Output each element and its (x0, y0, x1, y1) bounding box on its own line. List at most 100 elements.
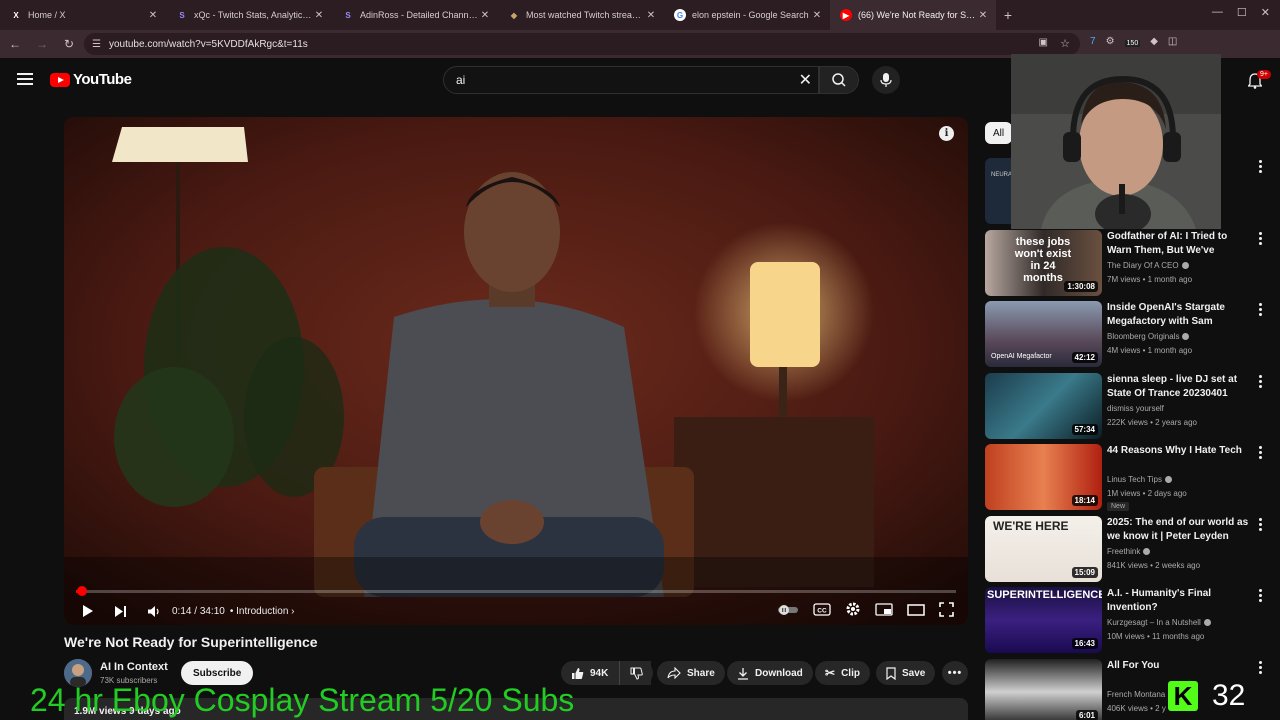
bookmark-star-icon[interactable]: ☆ (1060, 37, 1070, 50)
subtitles-icon[interactable]: CC (813, 602, 831, 621)
browser-tab[interactable]: Gelon epstein - Google Search ✕ (664, 0, 830, 30)
recommendation-title[interactable]: 2025: The end of our world as we know it… (1107, 516, 1249, 544)
play-icon[interactable] (82, 604, 94, 618)
browser-tab[interactable]: X Home / X ✕ (0, 0, 166, 30)
search-input[interactable]: ai ✕ (443, 66, 819, 94)
address-bar[interactable]: ☰ youtube.com/watch?v=5KVDDfAkRgc&t=11s … (84, 33, 1080, 55)
extension-badge[interactable]: 150 (1124, 40, 1141, 47)
recommendation-meta: 1M views • 2 days ago (1107, 489, 1187, 498)
browser-tab[interactable]: ◆ Most watched Twitch streamer ✕ (498, 0, 664, 30)
thumbnail-text: SUPERINTELLIGENCE (987, 589, 1102, 601)
close-tab-icon[interactable]: ✕ (810, 10, 824, 21)
recommendation-channel[interactable]: The Diary Of A CEO (1107, 261, 1189, 270)
video-thumbnail[interactable]: 18:14 (985, 444, 1102, 510)
more-actions-button[interactable]: ••• (942, 661, 968, 685)
theater-mode-icon[interactable] (907, 603, 925, 621)
video-thumbnail[interactable]: WE'RE HERE 15:09 (985, 516, 1102, 582)
recommendation-channel[interactable]: Bloomberg Originals (1107, 332, 1190, 341)
settings-gear-icon[interactable] (845, 601, 861, 622)
recommendation-item[interactable]: SUPERINTELLIGENCE 16:43 A.I. - Humanity's … (985, 587, 1270, 653)
video-title: We're Not Ready for Superintelligence (64, 634, 318, 650)
more-vertical-icon[interactable] (1257, 661, 1263, 674)
recommendation-item[interactable]: 57:34 sienna sleep - live DJ set at State… (985, 373, 1270, 439)
maximize-icon[interactable]: ☐ (1237, 6, 1247, 19)
voice-search-button[interactable] (872, 66, 900, 94)
more-vertical-icon[interactable] (1257, 303, 1263, 316)
site-info-icon[interactable]: ☰ (92, 39, 101, 50)
extension-icon[interactable]: ⚙ (1106, 36, 1115, 47)
recommendation-item[interactable]: these jobs won't exist in 24 months 1:30:… (985, 230, 1270, 296)
search-button[interactable] (819, 66, 859, 94)
video-thumbnail[interactable]: these jobs won't exist in 24 months 1:30:… (985, 230, 1102, 296)
channel-name: Kurzgesagt – In a Nutshell (1107, 618, 1201, 627)
video-thumbnail[interactable]: SUPERINTELLIGENCE 16:43 (985, 587, 1102, 653)
recommendation-title[interactable]: Inside OpenAI's Stargate Megafactory wit… (1107, 301, 1249, 329)
save-button[interactable]: Save (876, 661, 936, 685)
youtube-logo[interactable]: YouTube (50, 71, 132, 88)
video-thumbnail[interactable]: OpenAI Megafactor 42:12 (985, 301, 1102, 367)
next-video-icon[interactable] (114, 605, 127, 618)
minimize-icon[interactable]: — (1212, 6, 1223, 19)
download-button[interactable]: Download (727, 661, 813, 685)
more-vertical-icon[interactable] (1257, 589, 1263, 602)
browser-tab[interactable]: SxQc - Twitch Stats, Analytics and ✕ (166, 0, 332, 30)
new-tab-icon[interactable]: + (996, 7, 1020, 23)
browser-tab[interactable]: ▶ (66) We're Not Ready for Super ✕ (830, 0, 996, 30)
clear-search-icon[interactable]: ✕ (799, 70, 812, 90)
close-window-icon[interactable]: ✕ (1261, 6, 1270, 19)
dislike-button[interactable] (619, 661, 653, 685)
recommendation-title[interactable]: 44 Reasons Why I Hate Tech (1107, 444, 1249, 458)
more-vertical-icon[interactable] (1257, 232, 1263, 245)
video-duration: 6:01 (1075, 710, 1098, 720)
recommendation-channel[interactable]: Kurzgesagt – In a Nutshell (1107, 618, 1211, 627)
menu-icon[interactable] (17, 73, 33, 85)
autoplay-toggle[interactable] (777, 603, 799, 621)
recommendation-title[interactable]: Godfather of AI: I Tried to Warn Them, B… (1107, 230, 1249, 258)
recommendation-title[interactable]: sienna sleep - live DJ set at State Of T… (1107, 373, 1249, 401)
close-tab-icon[interactable]: ✕ (644, 10, 658, 21)
extension-icon[interactable]: ◆ (1150, 36, 1158, 47)
chip-all[interactable]: All (985, 122, 1013, 144)
puzzle-icon[interactable]: ◫ (1168, 36, 1177, 47)
browser-tab[interactable]: S AdinRoss - Detailed Channel V ✕ (332, 0, 498, 30)
progress-bar[interactable] (76, 586, 956, 596)
reload-icon[interactable]: ↻ (57, 37, 81, 51)
back-arrow-icon[interactable]: ← (3, 37, 27, 51)
clip-button[interactable]: ✂ Clip (815, 661, 870, 685)
close-tab-icon[interactable]: ✕ (478, 10, 492, 21)
recommendation-title[interactable]: A.I. - Humanity's Final Invention? (1107, 587, 1249, 615)
video-player[interactable]: i 0:14 / 34:10 • Introduction › CC (64, 117, 968, 625)
recommendation-channel[interactable]: French Montana (1107, 690, 1176, 699)
recommendation-channel[interactable]: Freethink (1107, 547, 1151, 556)
stream-caption: 24 hr Eboy Cosplay Stream 5/20 Subs (30, 682, 575, 718)
channel-name[interactable]: AI In Context (100, 661, 168, 673)
more-vertical-icon[interactable] (1257, 375, 1263, 388)
recommendation-channel[interactable]: dismiss yourself (1107, 404, 1164, 413)
close-tab-icon[interactable]: ✕ (976, 10, 990, 21)
miniplayer-icon[interactable] (875, 602, 893, 621)
more-vertical-icon[interactable] (1257, 518, 1263, 531)
recommendation-title[interactable]: All For You (1107, 659, 1249, 673)
current-time: 0:14 (172, 605, 192, 617)
recommendation-item[interactable]: WE'RE HERE 15:09 2025: The end of our worl… (985, 516, 1270, 582)
recommendation-item[interactable]: OpenAI Megafactor 42:12 Inside OpenAI's St… (985, 301, 1270, 367)
close-tab-icon[interactable]: ✕ (312, 10, 326, 21)
video-thumbnail[interactable]: 57:34 (985, 373, 1102, 439)
more-vertical-icon[interactable] (1257, 160, 1263, 173)
more-vertical-icon[interactable] (1257, 446, 1263, 459)
install-app-icon[interactable]: ▣ (1039, 37, 1048, 48)
fullscreen-icon[interactable] (939, 601, 954, 622)
share-label: Share (687, 667, 715, 679)
volume-icon[interactable] (147, 605, 160, 618)
recommendation-channel[interactable]: Linus Tech Tips (1107, 475, 1172, 484)
thumbs-down-icon (630, 667, 643, 680)
info-icon[interactable]: i (939, 126, 954, 141)
extension-icon[interactable]: 7 (1090, 36, 1096, 47)
close-tab-icon[interactable]: ✕ (146, 10, 160, 21)
share-button[interactable]: Share (657, 661, 725, 685)
like-count: 94K (590, 667, 609, 679)
forward-arrow-icon[interactable]: → (30, 37, 54, 51)
chapter-button[interactable]: • Introduction › (230, 606, 295, 617)
video-thumbnail[interactable]: 6:01 (985, 659, 1102, 720)
recommendation-item[interactable]: 18:14 44 Reasons Why I Hate Tech Linus Tec… (985, 444, 1270, 511)
